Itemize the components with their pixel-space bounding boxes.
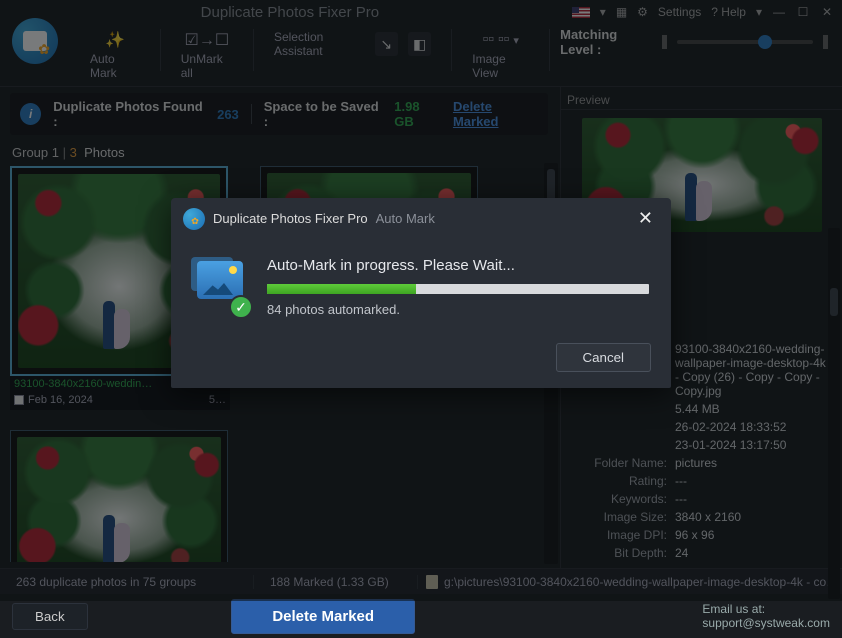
modal-close-button[interactable]: ✕ [632, 206, 659, 231]
modal-overlay: Duplicate Photos Fixer Pro Auto Mark ✕ ✓… [0, 0, 842, 601]
automark-modal: Duplicate Photos Fixer Pro Auto Mark ✕ ✓… [171, 198, 671, 388]
email-address[interactable]: support@systweak.com [702, 616, 830, 630]
email-label: Email us at: [702, 602, 830, 616]
delete-marked-button[interactable]: Delete Marked [231, 599, 415, 634]
automark-icon: ✓ [193, 261, 249, 313]
cancel-button[interactable]: Cancel [556, 343, 652, 372]
modal-subtitle: Auto Mark [376, 211, 435, 226]
modal-title: Duplicate Photos Fixer Pro [213, 211, 368, 226]
progress-text: 84 photos automarked. [267, 302, 649, 317]
modal-logo-icon [183, 208, 205, 230]
back-button[interactable]: Back [12, 603, 88, 630]
progress-bar [267, 284, 649, 294]
modal-heading: Auto-Mark in progress. Please Wait... [267, 257, 649, 274]
